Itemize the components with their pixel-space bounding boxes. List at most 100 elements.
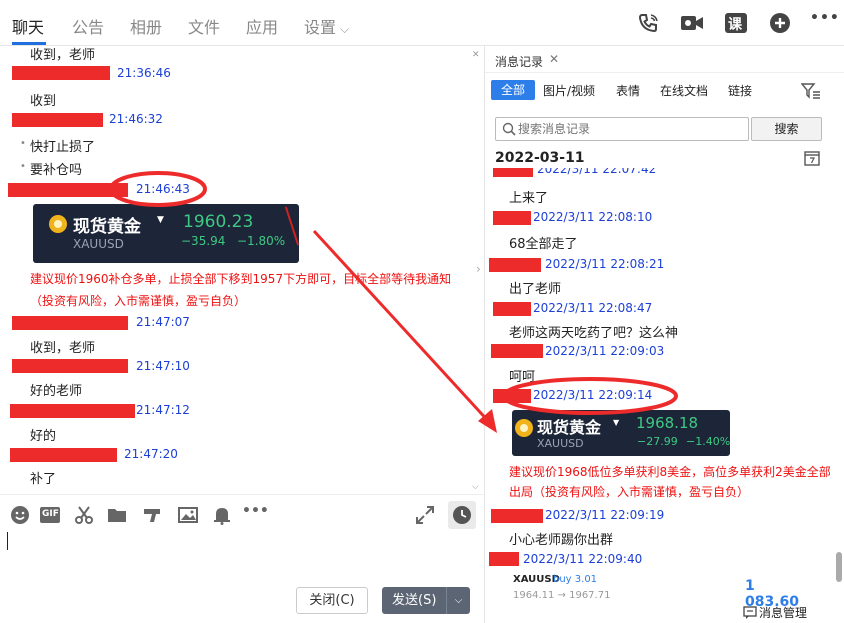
- chat-message: 收到: [30, 94, 57, 109]
- tab-settings[interactable]: 设置 ⌵: [304, 14, 349, 38]
- chevron-down-icon[interactable]: ⌵: [446, 587, 470, 614]
- message-time: 2022/3/11 22:08:47: [533, 301, 653, 315]
- phone-icon[interactable]: [637, 12, 661, 34]
- bell-icon[interactable]: [212, 505, 232, 525]
- chat-message: 收到，老师: [30, 341, 96, 356]
- redacted-sender: [12, 66, 110, 80]
- chat-message: 快打止损了: [30, 140, 96, 155]
- redacted-sender: [489, 258, 541, 272]
- expand-icon[interactable]: [415, 505, 435, 525]
- chat-history[interactable]: 收到，老师 21:36:46 收到 21:46:32 • 快打止损了 • 要补仓…: [0, 46, 484, 494]
- tab-apps[interactable]: 应用: [246, 14, 278, 38]
- filter-icon[interactable]: [801, 82, 821, 100]
- message-time: 2022/3/11 22:09:14: [533, 388, 653, 402]
- search-button[interactable]: 搜索: [751, 117, 822, 141]
- message-time: 2022/3/11 22:07:42: [537, 168, 657, 176]
- send-button[interactable]: 发送(S) ⌵: [382, 587, 470, 614]
- collapse-panel-icon[interactable]: ›: [476, 262, 481, 276]
- history-message: 小心老师踢你出群: [509, 533, 614, 548]
- history-icon[interactable]: [448, 501, 476, 529]
- tab-chat[interactable]: 聊天: [12, 14, 44, 38]
- scissors-icon[interactable]: [74, 505, 94, 525]
- scrollbar-thumb[interactable]: [836, 552, 842, 582]
- filter-tab-docs[interactable]: 在线文档: [660, 82, 708, 99]
- gif-icon[interactable]: GIF: [40, 505, 60, 525]
- dropdown-caret-icon: ▼: [613, 418, 620, 427]
- tab-albums[interactable]: 相册: [130, 14, 162, 38]
- filter-tab-media[interactable]: 图片/视频: [543, 82, 595, 99]
- advice-message: 建议现价1960补仓多单，止损全部下移到1957下方即可，目标全部等待我通知（投…: [30, 272, 452, 308]
- search-icon: [502, 122, 516, 136]
- history-message: 上来了: [509, 191, 549, 206]
- more-icon[interactable]: •••: [810, 10, 839, 32]
- redacted-sender: [10, 404, 135, 418]
- active-tab-indicator: [12, 42, 46, 45]
- gold-quote-card[interactable]: 现货黄金 ▼ XAUUSD 1968.18 −27.99 −1.40%: [512, 410, 730, 456]
- video-icon[interactable]: [680, 12, 704, 34]
- history-message: 68全部走了: [509, 237, 578, 252]
- folder-icon[interactable]: [107, 505, 127, 525]
- redacted-sender: [8, 183, 128, 197]
- gold-code: XAUUSD: [537, 437, 584, 450]
- redacted-sender: [10, 448, 117, 462]
- emoji-icon[interactable]: [10, 505, 30, 525]
- gold-change: −35.94: [181, 234, 226, 248]
- search-input[interactable]: [518, 120, 743, 138]
- message-time: 21:47:20: [124, 447, 178, 461]
- message-manage-button[interactable]: 消息管理: [759, 604, 807, 621]
- history-message: 老师这两天吃药了吧？这么神: [509, 326, 679, 341]
- redacted-sender: [493, 389, 531, 403]
- gold-quote-card[interactable]: 现货黄金 ▼ XAUUSD 1960.23 −35.94 −1.80%: [33, 204, 299, 263]
- gold-change: −27.99: [637, 435, 678, 448]
- chat-message: 好的老师: [30, 384, 83, 399]
- trade-card[interactable]: XAUUSD buy 3.01 1964.11 → 1967.71 1 083.…: [513, 574, 803, 610]
- gold-name: 现货黄金: [73, 217, 141, 237]
- gold-coin-icon: [515, 419, 533, 437]
- gold-coin-icon: [49, 215, 67, 233]
- redacted-sender: [12, 316, 128, 330]
- calendar-icon[interactable]: [804, 150, 820, 166]
- filter-tab-emoji[interactable]: 表情: [616, 82, 640, 99]
- more-icon[interactable]: •••: [242, 503, 269, 523]
- close-button[interactable]: 关闭(C): [296, 587, 368, 614]
- add-icon[interactable]: [768, 12, 792, 34]
- redacted-sender: [491, 509, 543, 523]
- redacted-sender: [493, 211, 531, 225]
- search-box[interactable]: [495, 117, 749, 141]
- divider: [485, 72, 844, 73]
- quote-icon[interactable]: [142, 505, 162, 525]
- tab-announcements[interactable]: 公告: [72, 14, 104, 38]
- message-time: 21:46:32: [109, 112, 163, 126]
- filter-tab-all[interactable]: 全部: [491, 80, 535, 100]
- panel-title: 消息记录: [495, 55, 544, 69]
- scroll-up-arrow-icon[interactable]: ✕: [472, 50, 480, 60]
- scroll-down-arrow-icon[interactable]: ⌵: [472, 482, 479, 492]
- message-time: 21:47:07: [136, 315, 190, 329]
- close-icon[interactable]: ✕: [549, 52, 559, 66]
- tab-files[interactable]: 文件: [188, 14, 220, 38]
- bullet-icon: •: [20, 138, 26, 149]
- lesson-icon-label: 课: [728, 17, 742, 33]
- advice-message: 建议现价1968低位多单获利8美金，高位多单获利2美金全部出局（投资有风险，入市…: [509, 465, 831, 499]
- message-time: 21:47:12: [136, 403, 190, 417]
- bullet-icon: •: [20, 161, 26, 172]
- chevron-down-icon: ⌵: [340, 22, 350, 36]
- gold-price: 1968.18: [636, 414, 699, 432]
- chat-message: 好的: [30, 429, 57, 444]
- gold-price: 1960.23: [183, 212, 254, 232]
- top-nav: 聊天 公告 相册 文件 应用 设置 ⌵ 课 •••: [0, 0, 844, 46]
- gif-icon-label: GIF: [42, 509, 59, 519]
- send-button-label: 发送(S): [392, 593, 437, 608]
- message-time: 2022/3/11 22:09:03: [545, 344, 665, 358]
- redacted-sender: [493, 302, 531, 316]
- message-time: 21:46:43: [136, 182, 190, 196]
- message-history-panel: 消息记录 ✕ 全部 图片/视频 表情 在线文档 链接 搜索 2022-03-11…: [484, 46, 844, 623]
- redacted-sender: [489, 552, 519, 566]
- redacted-sender: [12, 359, 128, 373]
- image-icon[interactable]: [178, 505, 198, 525]
- lesson-icon[interactable]: 课: [724, 12, 748, 34]
- message-time: 2022/3/11 22:09:40: [523, 552, 643, 566]
- filter-tab-links[interactable]: 链接: [728, 82, 752, 99]
- message-input[interactable]: [0, 528, 484, 583]
- chat-message: 要补仓吗: [30, 163, 83, 178]
